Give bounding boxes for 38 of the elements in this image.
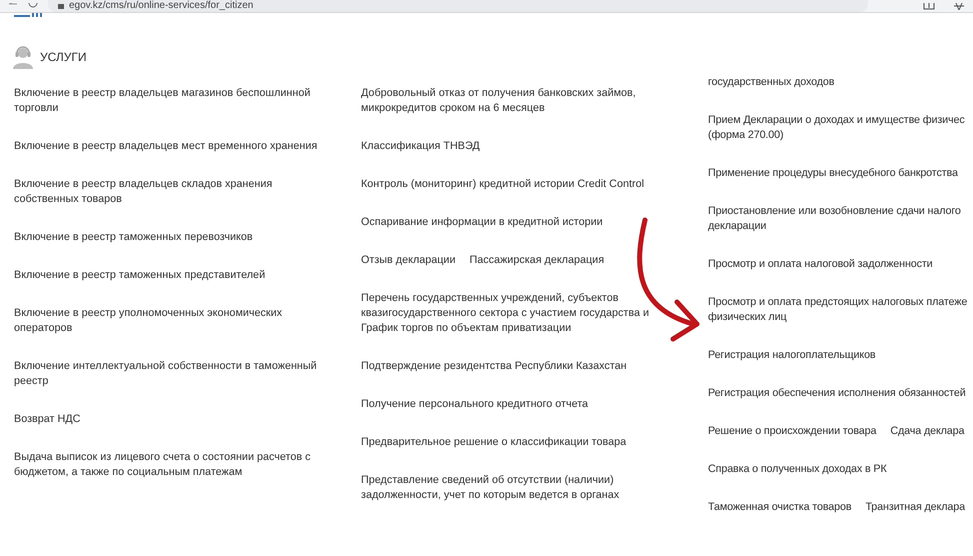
service-link[interactable]: Выдача выписок из лицевого счета о состоянии расчетов с бюджетом, а также по социальным платежам [14,450,311,480]
service-link[interactable]: Транзитная деклара [865,500,965,515]
service-link[interactable]: Возврат НДС [14,412,80,427]
service-link[interactable]: Предварительное решение о классификации товара [361,435,626,450]
logo-icon[interactable] [14,13,44,18]
service-link[interactable]: Включение в реестр владельцев мест временного хранения [14,139,318,154]
service-link[interactable]: Применение процедуры внесудебного банкротства [708,166,958,181]
service-link[interactable]: Регистрация налогоплательщиков [708,348,876,363]
service-link[interactable]: Перечень государственных учреждений, субъектов квазигосударственного сектора с участием государства и График торгов по объектам приватизации [361,291,650,336]
service-link[interactable]: Оспаривание информации в кредитной истории [361,215,603,230]
service-link[interactable]: Включение в реестр таможенных перевозчиков [14,230,253,245]
service-link[interactable]: Просмотр и оплата предстоящих налоговых платеже физических лиц [708,295,968,325]
service-link[interactable]: Получение персонального кредитного отчета [361,397,588,412]
service-link[interactable]: Сдача деклара [890,424,964,439]
service-link[interactable]: Включение в реестр владельцев складов хранения собственных товаров [14,177,272,207]
service-link[interactable]: Контроль (мониторинг) кредитной истории Credit Control [361,177,644,192]
service-link[interactable]: Включение в реестр уполномоченных экономических операторов [14,306,282,336]
service-link[interactable]: Пассажирская декларация [470,253,604,268]
service-link[interactable]: Просмотр и оплата налоговой задолженности [708,257,933,272]
reload-icon[interactable] [28,3,38,9]
service-link[interactable]: Включение в реестр таможенных представителей [14,268,266,283]
support-person-icon [13,45,33,69]
service-link[interactable]: Приостановление или возобновление сдачи налого декларации [708,204,961,234]
lock-icon [58,4,64,8]
service-link[interactable]: Прием Декларации о доходах и имуществе физичес (форма 270.00) [708,113,965,143]
service-link[interactable]: государственных доходов [708,75,834,90]
service-link[interactable]: Добровольный отказ от получения банковских займов, микрокредитов сроком на 6 месяцев [361,86,636,116]
service-link[interactable]: Таможенная очистка товаров [708,500,852,515]
service-link[interactable]: Решение о происхождении товара [708,424,876,439]
service-link[interactable]: Отзыв декларации [361,253,456,268]
service-link[interactable]: Представление сведений об отсутствии (наличии) задолженности, учет по которым ведется в органах [361,473,620,503]
service-link[interactable]: Регистрация обеспечения исполнения обязанностей [708,386,966,401]
service-link[interactable]: Подтверждение резидентства Республики Казахстан [361,359,627,374]
service-link[interactable]: Включение в реестр владельцев магазинов беспошлинной торговли [14,86,310,116]
service-link[interactable]: Включение интеллектуальной собственности в таможенный реестр [14,359,317,389]
section-title: УСЛУГИ [40,50,87,64]
service-link[interactable]: Классификация ТНВЭД [361,139,480,154]
service-link[interactable]: Справка о полученных доходах в РК [708,462,887,477]
